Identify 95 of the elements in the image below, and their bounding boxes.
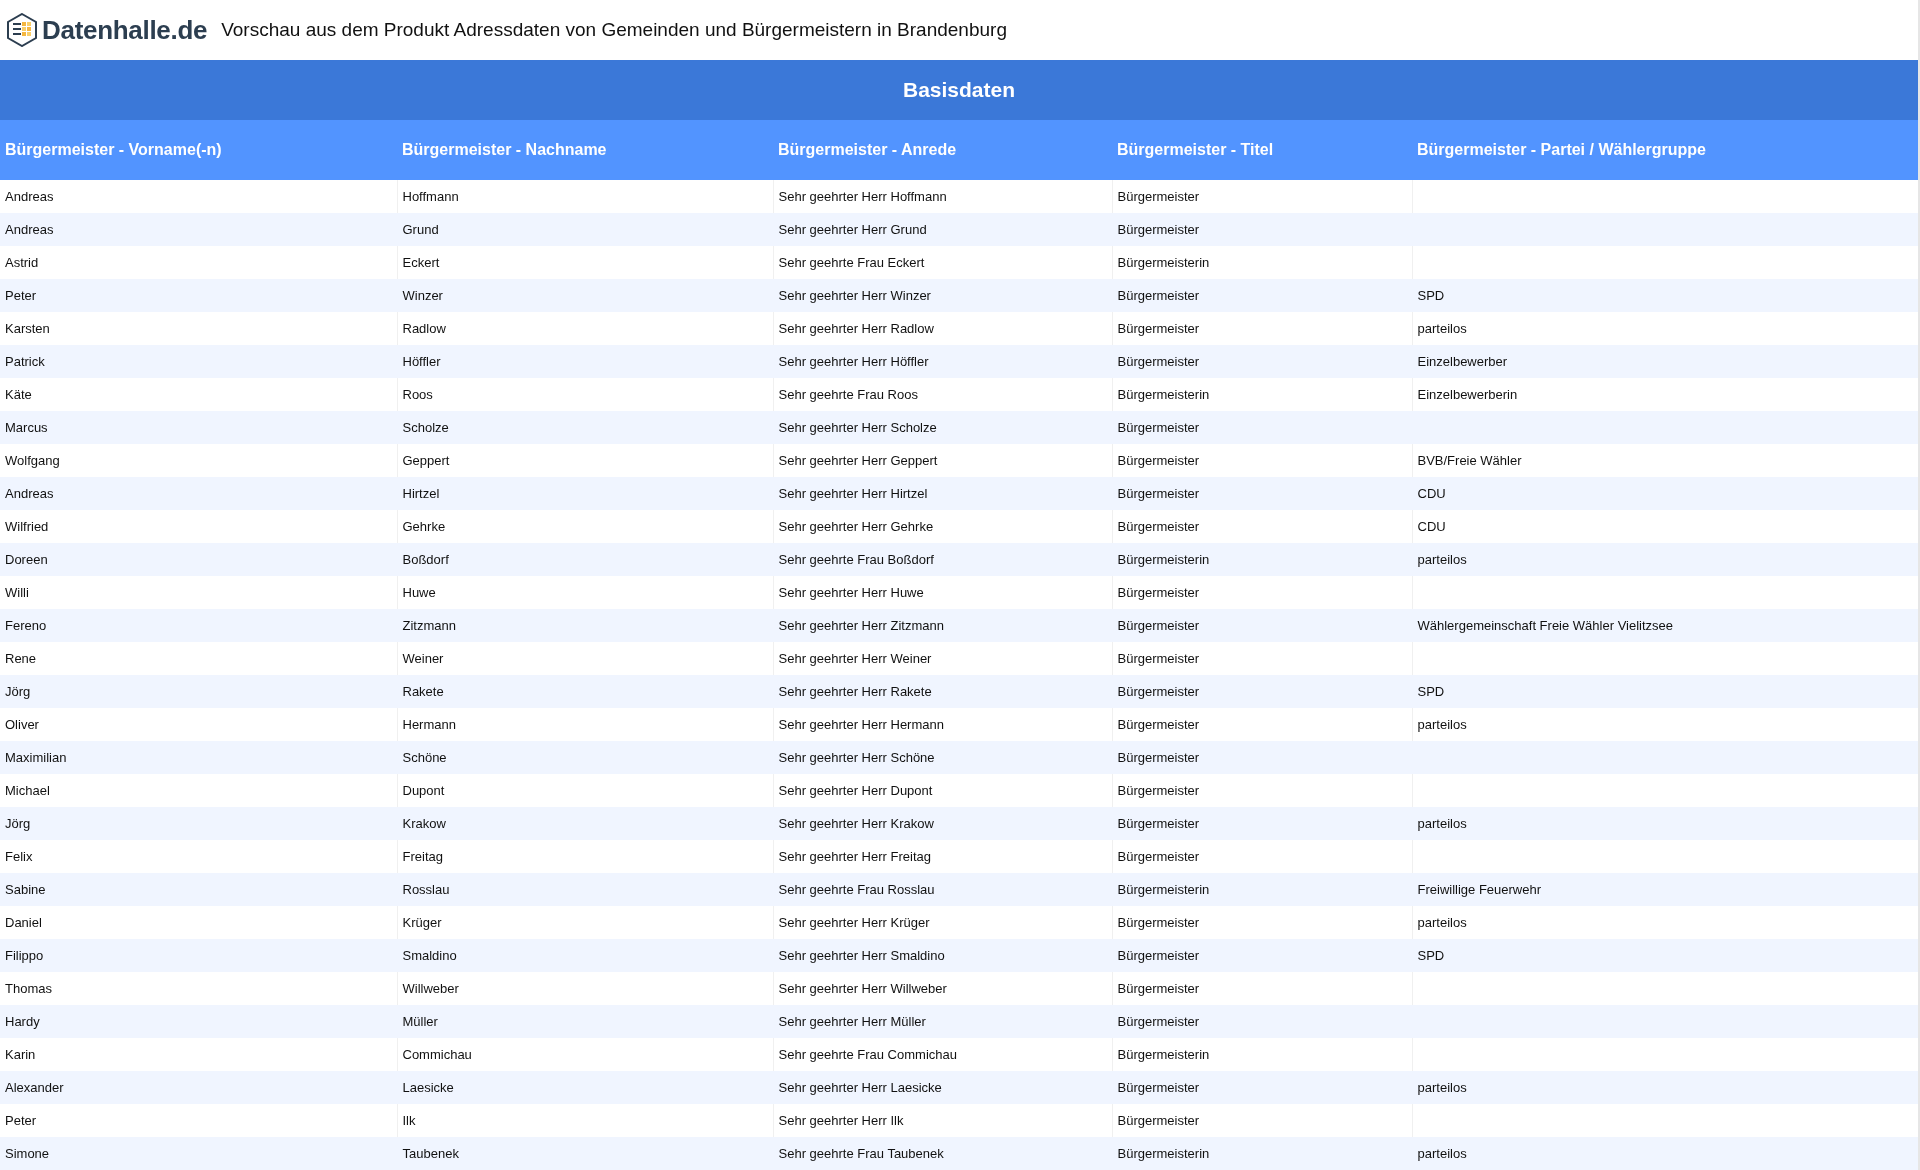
column-header: Bürgermeister - Vorname(-n) <box>0 120 397 180</box>
table-cell: Bürgermeister <box>1112 279 1412 312</box>
table-cell: Bürgermeisterin <box>1112 873 1412 906</box>
table-cell: Sehr geehrter Herr Höffler <box>773 345 1112 378</box>
table-cell: Sabine <box>0 873 397 906</box>
table-cell: Jörg <box>0 675 397 708</box>
table-cell: Andreas <box>0 180 397 213</box>
table-cell: Laesicke <box>397 1071 773 1104</box>
table-cell: Rene <box>0 642 397 675</box>
table-cell: Bürgermeister <box>1112 477 1412 510</box>
table-cell: Karsten <box>0 312 397 345</box>
table-cell: Schöne <box>397 741 773 774</box>
table-cell: parteilos <box>1412 543 1918 576</box>
table-cell: Höffler <box>397 345 773 378</box>
table-cell: Thomas <box>0 972 397 1005</box>
column-header: Bürgermeister - Nachname <box>397 120 773 180</box>
table-cell: Daniel <box>0 906 397 939</box>
table-cell: Bürgermeister <box>1112 345 1412 378</box>
table-cell: Bürgermeister <box>1112 741 1412 774</box>
table-cell: SPD <box>1412 279 1918 312</box>
table-cell: Alexander <box>0 1071 397 1104</box>
table-cell: Bürgermeister <box>1112 609 1412 642</box>
group-header: Basisdaten <box>0 60 1918 120</box>
table-cell: Boßdorf <box>397 543 773 576</box>
table-cell: parteilos <box>1412 1071 1918 1104</box>
table-cell: SPD <box>1412 939 1918 972</box>
table-cell: Karin <box>0 1038 397 1071</box>
table-cell: CDU <box>1412 477 1918 510</box>
table-cell: Sehr geehrter Herr Zitzmann <box>773 609 1112 642</box>
table-cell: Astrid <box>0 246 397 279</box>
column-header: Bürgermeister - Titel <box>1112 120 1412 180</box>
table-cell: Taubenek <box>397 1137 773 1170</box>
page-title: Vorschau aus dem Produkt Adressdaten von Gemeinden und Bürgermeistern in Brandenburg <box>221 19 1007 41</box>
table-cell: SPD <box>1412 675 1918 708</box>
table-cell: Freiwillige Feuerwehr <box>1412 873 1918 906</box>
table-cell: Sehr geehrter Herr Smaldino <box>773 939 1112 972</box>
table-cell: Patrick <box>0 345 397 378</box>
table-cell: parteilos <box>1412 1137 1918 1170</box>
table-cell: Sehr geehrter Herr Müller <box>773 1005 1112 1038</box>
table-cell: Sehr geehrte Frau Rosslau <box>773 873 1112 906</box>
table-cell: Sehr geehrter Herr Winzer <box>773 279 1112 312</box>
table-cell: Bürgermeister <box>1112 1071 1412 1104</box>
table-cell: Bürgermeister <box>1112 411 1412 444</box>
table-cell: Marcus <box>0 411 397 444</box>
table-cell: Rosslau <box>397 873 773 906</box>
table-cell: Felix <box>0 840 397 873</box>
table-cell: Peter <box>0 1104 397 1137</box>
table-cell: Sehr geehrter Herr Rakete <box>773 675 1112 708</box>
table-cell: Einzelbewerber <box>1412 345 1918 378</box>
table-cell: Bürgermeister <box>1112 213 1412 246</box>
table-cell: Doreen <box>0 543 397 576</box>
table-cell: Sehr geehrter Herr Laesicke <box>773 1071 1112 1104</box>
table-cell: Wählergemeinschaft Freie Wähler Vielitzsee <box>1412 609 1918 642</box>
table-cell: Maximilian <box>0 741 397 774</box>
table-cell: Andreas <box>0 477 397 510</box>
table-cell: Winzer <box>397 279 773 312</box>
column-header: Bürgermeister - Partei / Wählergruppe <box>1412 120 1918 180</box>
table-cell: Sehr geehrter Herr Grund <box>773 213 1112 246</box>
table-cell: Krakow <box>397 807 773 840</box>
table-cell: Bürgermeister <box>1112 807 1412 840</box>
table-cell: Oliver <box>0 708 397 741</box>
table-cell: Hirtzel <box>397 477 773 510</box>
table-cell: Rakete <box>397 675 773 708</box>
table-cell: Michael <box>0 774 397 807</box>
table-cell: Sehr geehrter Herr Schöne <box>773 741 1112 774</box>
table-cell: Sehr geehrter Herr Scholze <box>773 411 1112 444</box>
table-cell: Käte <box>0 378 397 411</box>
column-header: Bürgermeister - Anrede <box>773 120 1112 180</box>
table-cell: Wolfgang <box>0 444 397 477</box>
table-cell: parteilos <box>1412 807 1918 840</box>
table-cell: Smaldino <box>397 939 773 972</box>
table-cell: Scholze <box>397 411 773 444</box>
table-cell: Sehr geehrter Herr Krakow <box>773 807 1112 840</box>
table-cell: Bürgermeisterin <box>1112 543 1412 576</box>
table-cell: Willi <box>0 576 397 609</box>
table-cell: Sehr geehrte Frau Taubenek <box>773 1137 1112 1170</box>
table-cell: Wilfried <box>0 510 397 543</box>
logo-text[interactable]: Datenhalle.de <box>42 14 208 46</box>
table-cell: Peter <box>0 279 397 312</box>
table-cell: Zitzmann <box>397 609 773 642</box>
table-cell: Andreas <box>0 213 397 246</box>
table-cell: Bürgermeister <box>1112 939 1412 972</box>
table-cell: Bürgermeister <box>1112 1005 1412 1038</box>
table-cell: Jörg <box>0 807 397 840</box>
table-cell: Fereno <box>0 609 397 642</box>
table-cell: Sehr geehrter Herr Hirtzel <box>773 477 1112 510</box>
table-cell: Müller <box>397 1005 773 1038</box>
table-cell: Sehr geehrte Frau Boßdorf <box>773 543 1112 576</box>
table-cell: Hardy <box>0 1005 397 1038</box>
table-cell: Bürgermeister <box>1112 675 1412 708</box>
table-cell: Grund <box>397 213 773 246</box>
table-cell: Simone <box>0 1137 397 1170</box>
logo-icon <box>6 13 38 47</box>
table-cell: Filippo <box>0 939 397 972</box>
table-cell: Bürgermeisterin <box>1112 1137 1412 1170</box>
